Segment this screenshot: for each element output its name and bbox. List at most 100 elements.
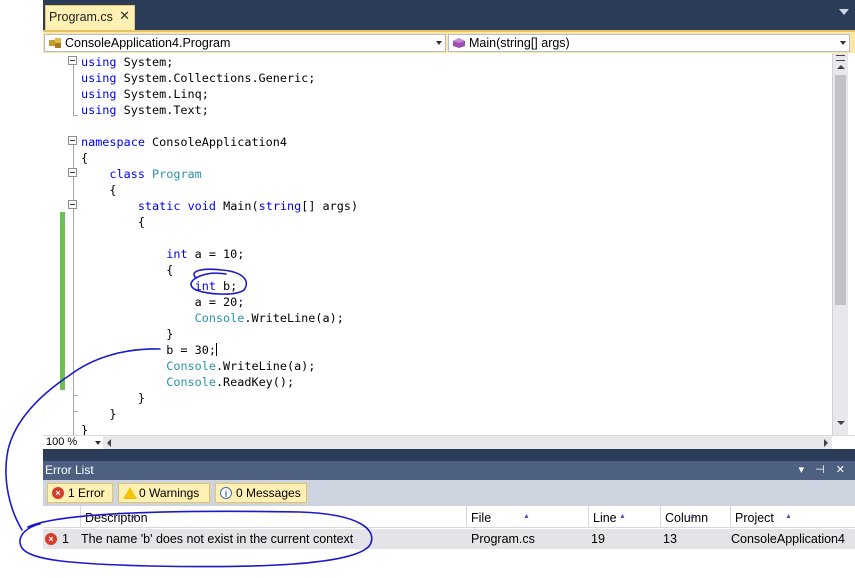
method-icon	[453, 38, 465, 48]
close-icon[interactable]: ✕	[119, 9, 130, 24]
error-list-toolbar: × 1 Error 0 Warnings i 0 Messages	[43, 480, 855, 506]
chevron-down-icon	[95, 441, 101, 445]
vertical-scrollbar[interactable]	[832, 53, 848, 435]
warning-icon	[123, 487, 137, 499]
class-combo-value: ConsoleApplication4.Program	[65, 36, 231, 50]
change-indicator-bar	[60, 212, 65, 390]
errors-filter-button[interactable]: × 1 Error	[47, 483, 113, 503]
scroll-right-icon[interactable]	[824, 439, 828, 447]
outline-line	[73, 145, 74, 435]
code-line[interactable]: {	[81, 262, 173, 278]
code-line[interactable]: {	[81, 182, 116, 198]
code-line[interactable]: int b;	[81, 278, 238, 294]
code-line[interactable]: }	[81, 422, 88, 435]
code-editor[interactable]: using System; using System.Collections.Ge…	[43, 53, 832, 435]
code-token: b = 30;	[81, 343, 216, 357]
code-line[interactable]: int a = 10;	[81, 246, 244, 262]
sort-arrow-icon: ▲	[619, 513, 626, 520]
code-token: Console	[166, 375, 216, 389]
code-token: int	[166, 247, 188, 261]
document-tab-bar: Program.cs ✕	[43, 0, 855, 30]
sort-arrow-icon: ▲	[785, 513, 792, 520]
outline-end	[73, 411, 78, 412]
error-icon: ×	[45, 533, 57, 545]
member-combo[interactable]: Main(string[] args)	[448, 34, 850, 52]
messages-filter-button[interactable]: i 0 Messages	[215, 483, 307, 503]
class-icon	[49, 38, 61, 48]
code-token: using	[81, 103, 117, 117]
horizontal-scrollbar[interactable]	[103, 436, 832, 450]
tab-label: Program.cs	[49, 10, 113, 24]
scroll-thumb[interactable]	[835, 75, 846, 305]
code-token: {	[81, 263, 174, 277]
tab-overflow-dropdown-icon[interactable]	[839, 9, 849, 15]
window-controls-icon[interactable]: ▾ ⊣ ✕	[799, 461, 849, 480]
column-header-column[interactable]: Column ▲	[661, 506, 731, 528]
zoom-combo[interactable]: 100 %	[44, 436, 103, 450]
outline-end	[73, 395, 78, 396]
code-line[interactable]: using System;	[81, 54, 173, 70]
code-token: int	[194, 279, 216, 293]
collapse-toggle[interactable]	[68, 200, 77, 209]
outline-end	[73, 115, 78, 116]
code-line[interactable]: {	[81, 214, 145, 230]
code-token: [] args)	[301, 199, 359, 213]
row-index: 1	[62, 532, 69, 546]
collapse-toggle[interactable]	[68, 136, 77, 145]
error-list-titlebar[interactable]: Error List ▾ ⊣ ✕	[43, 461, 855, 480]
row-column: 13	[663, 532, 677, 546]
code-token: Main(	[215, 199, 259, 213]
code-line[interactable]: {	[81, 150, 88, 166]
code-token: {	[81, 151, 89, 165]
scroll-down-icon[interactable]	[837, 421, 845, 425]
code-line[interactable]: class Program	[81, 166, 201, 182]
table-row[interactable]: × 1 The name 'b' does not exist in the c…	[43, 529, 855, 549]
warnings-filter-button[interactable]: 0 Warnings	[118, 483, 210, 503]
code-line[interactable]: Console.WriteLine(a);	[81, 310, 344, 326]
scroll-up-icon[interactable]	[837, 65, 845, 69]
code-line[interactable]: using System.Text;	[81, 102, 209, 118]
code-token: a = 10;	[187, 247, 245, 261]
code-line[interactable]: a = 20;	[81, 294, 245, 310]
scroll-left-icon[interactable]	[107, 439, 111, 447]
sort-arrow-icon: ▲	[131, 513, 138, 520]
sort-arrow-icon: ▲	[689, 513, 696, 520]
class-combo[interactable]: ConsoleApplication4.Program	[44, 34, 446, 52]
chevron-down-icon	[840, 41, 846, 45]
code-token: string	[258, 199, 302, 213]
code-token: using	[81, 55, 117, 69]
code-line[interactable]: }	[81, 326, 173, 342]
outline-line	[73, 65, 74, 115]
code-token: static	[137, 199, 181, 213]
column-header-description[interactable]: Description ▲	[81, 506, 467, 528]
member-combo-value: Main(string[] args)	[469, 36, 570, 50]
column-header-file[interactable]: File ▲	[467, 506, 589, 528]
error-icon: ×	[52, 487, 64, 499]
code-token: {	[81, 215, 145, 229]
code-line[interactable]: using System.Linq;	[81, 86, 209, 102]
panel-splitter[interactable]	[43, 449, 855, 461]
code-line[interactable]: using System.Collections.Generic;	[81, 70, 315, 86]
code-token: ConsoleApplication4	[144, 135, 287, 149]
code-line[interactable]: }	[81, 390, 145, 406]
tab-program-cs[interactable]: Program.cs ✕	[45, 5, 135, 30]
code-line[interactable]: b = 30;	[81, 342, 217, 358]
errors-filter-label: 1 Error	[68, 486, 105, 500]
code-line[interactable]: static void Main(string[] args)	[81, 198, 358, 214]
column-header-project[interactable]: Project ▲	[731, 506, 855, 528]
info-icon: i	[220, 487, 232, 499]
code-token: void	[187, 199, 216, 213]
column-header-line[interactable]: Line ▲	[589, 506, 661, 528]
code-line[interactable]: Console.WriteLine(a);	[81, 358, 315, 374]
splitter-handle-icon[interactable]	[836, 55, 845, 61]
code-line[interactable]: Console.ReadKey();	[81, 374, 294, 390]
column-header-icon[interactable]	[43, 506, 81, 528]
error-list-title: Error List	[45, 463, 94, 477]
code-line[interactable]: namespace ConsoleApplication4	[81, 134, 287, 150]
code-line[interactable]: }	[81, 406, 116, 422]
collapse-toggle[interactable]	[68, 56, 77, 65]
collapse-toggle[interactable]	[68, 168, 77, 177]
